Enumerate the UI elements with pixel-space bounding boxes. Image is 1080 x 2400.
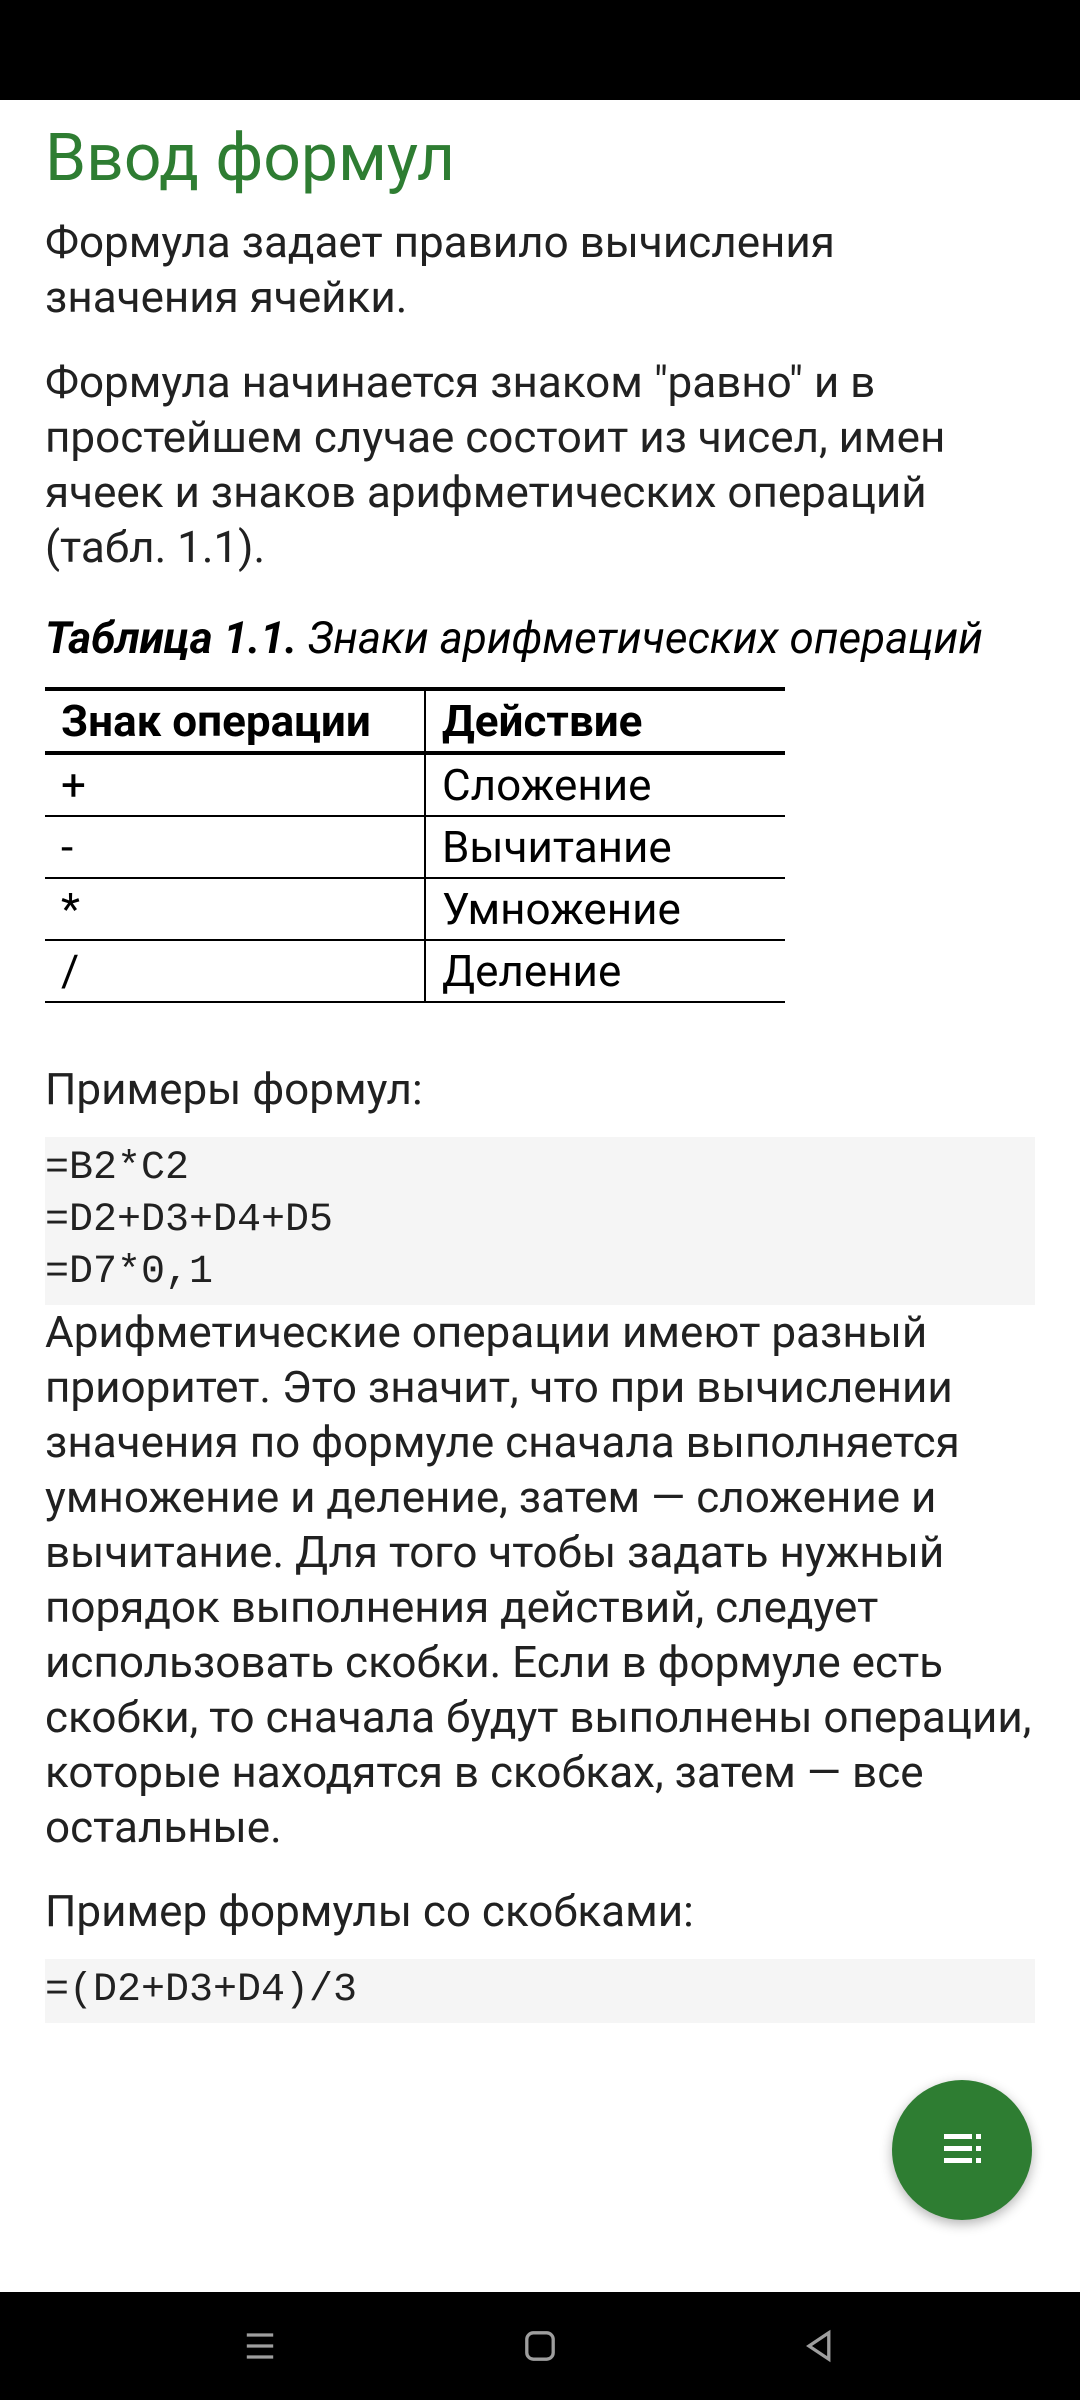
table-row: / Деление bbox=[45, 940, 785, 1002]
status-bar bbox=[0, 0, 1080, 100]
examples-label: Примеры формул: bbox=[45, 1063, 1035, 1115]
code-example-2: =(D2+D3+D4)/3 bbox=[45, 1959, 1035, 2023]
table-caption: Таблица 1.1. Знаки арифметических операц… bbox=[45, 610, 1035, 667]
priority-paragraph: Арифметические операции имеют разный при… bbox=[45, 1305, 1035, 1855]
table-cell: Деление bbox=[425, 940, 785, 1002]
table-header-row: Знак операции Действие bbox=[45, 689, 785, 753]
document-content: Ввод формул Формула задает правило вычис… bbox=[0, 100, 1080, 2292]
table-cell: - bbox=[45, 816, 425, 878]
toc-fab-button[interactable] bbox=[892, 2080, 1032, 2220]
table-cell: + bbox=[45, 753, 425, 816]
code-example-1: =B2*C2 =D2+D3+D4+D5 =D7*0,1 bbox=[45, 1137, 1035, 1305]
back-button[interactable] bbox=[790, 2316, 850, 2376]
table-row: - Вычитание bbox=[45, 816, 785, 878]
table-cell: Умножение bbox=[425, 878, 785, 940]
page-heading: Ввод формул bbox=[45, 120, 1035, 197]
navigation-bar bbox=[0, 2292, 1080, 2400]
intro-paragraph-1: Формула задает правило вычисления значен… bbox=[45, 215, 1035, 325]
home-button[interactable] bbox=[510, 2316, 570, 2376]
table-number: Таблица 1.1. bbox=[45, 612, 297, 664]
table-header-action: Действие bbox=[425, 689, 785, 753]
table-cell: Вычитание bbox=[425, 816, 785, 878]
example2-label: Пример формулы со скобками: bbox=[45, 1885, 1035, 1937]
list-icon bbox=[938, 2124, 986, 2176]
intro-paragraph-2: Формула начинается знаком "равно" и в пр… bbox=[45, 355, 1035, 575]
operations-table: Знак операции Действие + Сложение - Вычи… bbox=[45, 687, 785, 1003]
table-row: * Умножение bbox=[45, 878, 785, 940]
table-row: + Сложение bbox=[45, 753, 785, 816]
table-title: Знаки арифметических операций bbox=[297, 612, 983, 664]
table-cell: * bbox=[45, 878, 425, 940]
recent-apps-button[interactable] bbox=[230, 2316, 290, 2376]
table-cell: Сложение bbox=[425, 753, 785, 816]
table-cell: / bbox=[45, 940, 425, 1002]
table-header-sign: Знак операции bbox=[45, 689, 425, 753]
